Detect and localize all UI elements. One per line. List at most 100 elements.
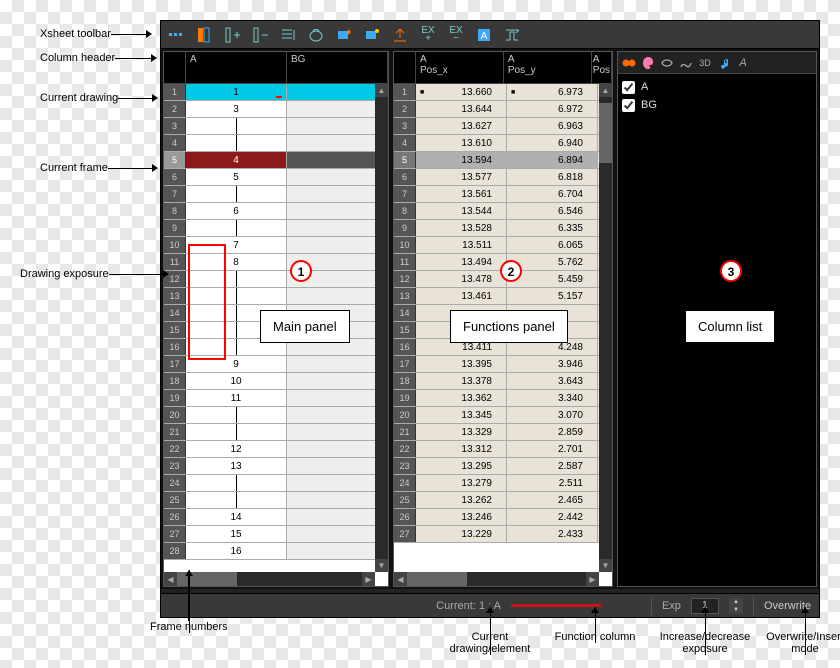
cell[interactable]	[287, 118, 388, 134]
column-checkbox[interactable]	[622, 99, 635, 112]
main-row[interactable]: 11	[164, 84, 388, 101]
func-cell[interactable]: 6.973	[507, 84, 598, 100]
cell[interactable]	[287, 356, 388, 372]
cell[interactable]	[186, 271, 287, 287]
ex-minus-icon[interactable]: EX−	[443, 23, 469, 47]
cell[interactable]	[287, 509, 388, 525]
func-cell[interactable]: 13.229	[416, 526, 507, 542]
main-row[interactable]: 1911	[164, 390, 388, 407]
cell[interactable]	[287, 186, 388, 202]
func-row[interactable]: 2713.2292.433	[394, 526, 612, 543]
func-cell[interactable]: 13.494	[416, 254, 507, 270]
func-row[interactable]: 513.5946.894	[394, 152, 612, 169]
func-cell[interactable]: 6.335	[507, 220, 598, 236]
func-cell[interactable]: 6.963	[507, 118, 598, 134]
func-row[interactable]: 213.6446.972	[394, 101, 612, 118]
func-cell[interactable]: 13.627	[416, 118, 507, 134]
func-cell[interactable]: 13.312	[416, 441, 507, 457]
func-cell[interactable]: 13.461	[416, 288, 507, 304]
main-row[interactable]: 20	[164, 407, 388, 424]
onion-icon[interactable]	[303, 23, 329, 47]
func-row[interactable]: 2213.3122.701	[394, 441, 612, 458]
func-cell[interactable]: 13.279	[416, 475, 507, 491]
col-header-posx[interactable]: APos_x	[416, 52, 504, 83]
col-header-BG[interactable]: BG	[287, 52, 388, 83]
main-row[interactable]: 21	[164, 424, 388, 441]
func-cell[interactable]: 6.894	[507, 152, 598, 168]
cell[interactable]: 10	[186, 373, 287, 389]
cell[interactable]	[287, 135, 388, 151]
func-cell[interactable]: 2.701	[507, 441, 598, 457]
paint-fill-icon[interactable]	[359, 23, 385, 47]
cell[interactable]	[287, 492, 388, 508]
cell[interactable]: 3	[186, 101, 287, 117]
column-list-item[interactable]: BG	[622, 96, 812, 114]
func-cell[interactable]: 6.546	[507, 203, 598, 219]
func-cell[interactable]: 13.362	[416, 390, 507, 406]
cell[interactable]	[186, 135, 287, 151]
func-row[interactable]: 713.5616.704	[394, 186, 612, 203]
cell[interactable]	[287, 390, 388, 406]
main-row[interactable]: 107	[164, 237, 388, 254]
func-cell[interactable]: 2.465	[507, 492, 598, 508]
func-cell[interactable]: 3.070	[507, 407, 598, 423]
main-scroll-v[interactable]: ▲▼	[375, 84, 388, 572]
func-cell[interactable]: 13.594	[416, 152, 507, 168]
func-scroll-v[interactable]: ▲▼	[599, 84, 612, 572]
cell[interactable]	[186, 186, 287, 202]
main-row[interactable]: 12	[164, 271, 388, 288]
func-row[interactable]: 1713.3953.946	[394, 356, 612, 373]
func-cell[interactable]: 13.478	[416, 271, 507, 287]
upload-icon[interactable]	[387, 23, 413, 47]
cell[interactable]	[287, 543, 388, 559]
cell[interactable]: 6	[186, 203, 287, 219]
cell[interactable]	[186, 118, 287, 134]
func-cell[interactable]: 3.946	[507, 356, 598, 372]
main-row[interactable]: 2313	[164, 458, 388, 475]
cell[interactable]: 11	[186, 390, 287, 406]
func-cell[interactable]: 13.561	[416, 186, 507, 202]
func-cell[interactable]: 13.295	[416, 458, 507, 474]
fx-icon[interactable]	[658, 54, 676, 72]
column-checkbox[interactable]	[622, 81, 635, 94]
func-row[interactable]: 2513.2622.465	[394, 492, 612, 509]
line-mode-icon[interactable]	[275, 23, 301, 47]
snap-icon[interactable]	[499, 23, 525, 47]
cell[interactable]	[287, 169, 388, 185]
paint-rect-icon[interactable]	[331, 23, 357, 47]
cell[interactable]: 15	[186, 526, 287, 542]
cell[interactable]: 12	[186, 441, 287, 457]
func-cell[interactable]: 2.433	[507, 526, 598, 542]
main-row[interactable]: 54	[164, 152, 388, 169]
func-row[interactable]: 313.6276.963	[394, 118, 612, 135]
main-row[interactable]: 65	[164, 169, 388, 186]
func-cell[interactable]: 13.577	[416, 169, 507, 185]
sound-icon[interactable]	[715, 54, 733, 72]
main-row[interactable]: 7	[164, 186, 388, 203]
func-cell[interactable]: 13.246	[416, 509, 507, 525]
func-row[interactable]: 2413.2792.511	[394, 475, 612, 492]
main-row[interactable]: 4	[164, 135, 388, 152]
cell[interactable]	[186, 475, 287, 491]
cell[interactable]: 5	[186, 169, 287, 185]
func-cell[interactable]: 2.587	[507, 458, 598, 474]
main-row[interactable]: 118	[164, 254, 388, 271]
func-cell[interactable]: 13.660	[416, 84, 507, 100]
func-row[interactable]: 113.6606.973	[394, 84, 612, 101]
cell[interactable]: 8	[186, 254, 287, 270]
main-row[interactable]: 2614	[164, 509, 388, 526]
func-row[interactable]: 613.5776.818	[394, 169, 612, 186]
main-row[interactable]: 2816	[164, 543, 388, 560]
func-cell[interactable]: 13.544	[416, 203, 507, 219]
main-row[interactable]: 9	[164, 220, 388, 237]
cell[interactable]	[287, 458, 388, 474]
cell[interactable]	[287, 407, 388, 423]
cell[interactable]	[287, 152, 388, 168]
cell[interactable]	[287, 203, 388, 219]
cell[interactable]	[287, 288, 388, 304]
main-row[interactable]: 1810	[164, 373, 388, 390]
cell[interactable]	[287, 101, 388, 117]
func-cell[interactable]: 13.610	[416, 135, 507, 151]
func-cell[interactable]: 6.972	[507, 101, 598, 117]
func-cell[interactable]: 13.528	[416, 220, 507, 236]
